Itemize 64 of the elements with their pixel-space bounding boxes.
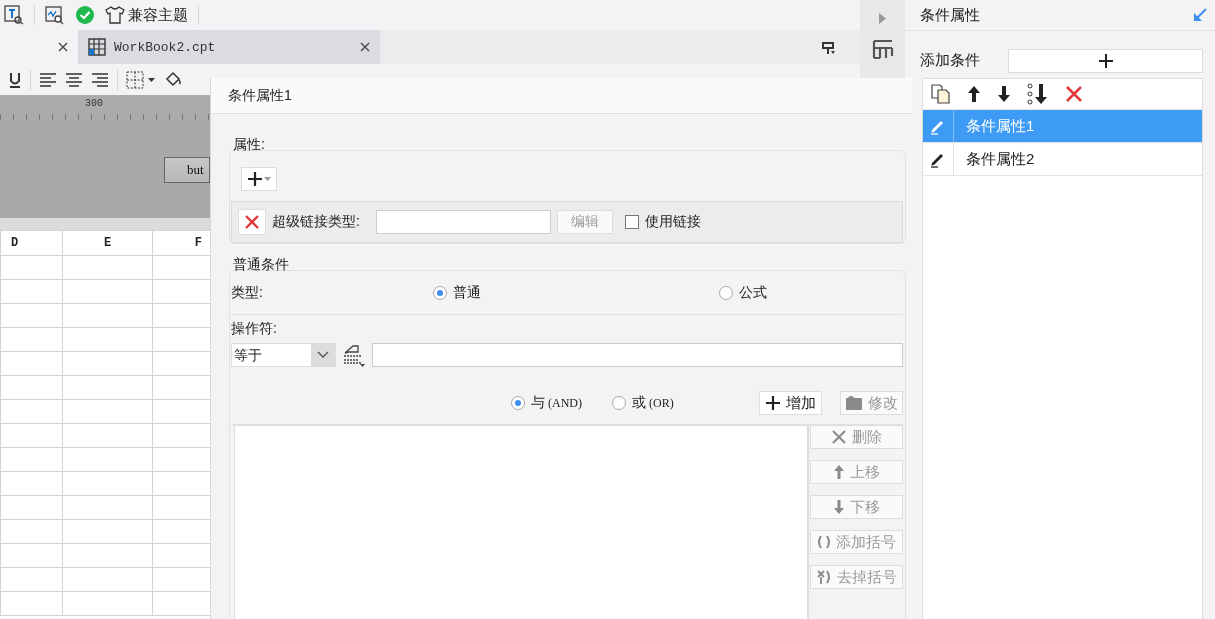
arrow-icon[interactable]: [1193, 8, 1207, 22]
paint-bucket-icon[interactable]: [164, 70, 182, 89]
radio-label[interactable]: 公式: [739, 284, 767, 302]
close-icon[interactable]: [58, 42, 68, 52]
grid-icon: [88, 38, 106, 56]
add-button[interactable]: 增加: [759, 391, 822, 415]
plus-icon: [1098, 53, 1113, 68]
panel-title: 条件属性: [920, 5, 980, 25]
layout-icon[interactable]: [871, 39, 894, 59]
radio-button[interactable]: [432, 286, 447, 300]
chevron-down-icon: [317, 351, 329, 359]
up-arrow-icon: [833, 464, 845, 480]
checkbox[interactable]: [625, 215, 639, 229]
align-right-icon[interactable]: [91, 72, 109, 87]
field-label: 操作符:: [231, 320, 277, 338]
border-icon[interactable]: [126, 70, 156, 89]
plus-icon: [765, 395, 781, 411]
field-label: 超级链接类型:: [272, 213, 361, 231]
field-label: 类型:: [231, 284, 263, 302]
remove-button[interactable]: [238, 209, 266, 235]
down-arrow-icon: [833, 499, 845, 515]
delete-icon[interactable]: [1065, 85, 1083, 103]
operator-dropdown[interactable]: 等于: [231, 343, 336, 367]
copy-icon[interactable]: [931, 84, 951, 104]
add-condition-label: 添加条件: [920, 51, 981, 70]
shirt-icon: [105, 6, 125, 24]
close-icon[interactable]: [360, 42, 370, 52]
underline-icon[interactable]: [8, 71, 22, 88]
brackets-icon: [817, 535, 831, 549]
format-brush-icon[interactable]: [822, 42, 836, 56]
cross-icon: [244, 214, 260, 230]
up-arrow-icon[interactable]: [967, 85, 981, 103]
plus-icon: [247, 171, 263, 187]
hyperlink-type-field[interactable]: [376, 210, 551, 234]
radio-label[interactable]: 或 (OR): [632, 394, 674, 412]
radio-label[interactable]: 与 (AND): [531, 394, 582, 412]
move-bottom-icon[interactable]: [1027, 83, 1049, 105]
remove-brackets-icon: [816, 569, 832, 585]
dialog-title: 条件属性1: [211, 78, 912, 114]
radio-button[interactable]: [612, 396, 626, 410]
align-left-icon[interactable]: [39, 72, 57, 87]
condition-item[interactable]: 条件属性2: [923, 143, 1202, 176]
column-header[interactable]: E: [62, 230, 153, 256]
value-type-icon[interactable]: [342, 343, 366, 367]
ruler-label: 300: [85, 98, 103, 109]
section-label: 普通条件: [233, 256, 289, 274]
check-icon[interactable]: [75, 5, 95, 25]
cross-icon: [831, 429, 847, 445]
file-tab[interactable]: WorkBook2.cpt: [78, 30, 380, 64]
theme-button[interactable]: 兼容主题: [105, 5, 188, 25]
radio-button[interactable]: [719, 286, 733, 300]
value-field[interactable]: [372, 343, 903, 367]
checkbox-label[interactable]: 使用链接: [645, 213, 701, 231]
section-label: 属性:: [233, 136, 265, 154]
column-header[interactable]: D: [0, 230, 63, 256]
preview-icon[interactable]: [45, 5, 65, 25]
text-search-icon[interactable]: [4, 5, 24, 25]
canvas-button[interactable]: but: [164, 157, 210, 183]
align-center-icon[interactable]: [65, 72, 83, 87]
add-dropdown-button[interactable]: [241, 167, 277, 191]
radio-label[interactable]: 普通: [452, 284, 481, 302]
down-arrow-icon[interactable]: [997, 85, 1011, 103]
radio-button[interactable]: [511, 396, 525, 410]
caret-icon: [264, 176, 271, 182]
